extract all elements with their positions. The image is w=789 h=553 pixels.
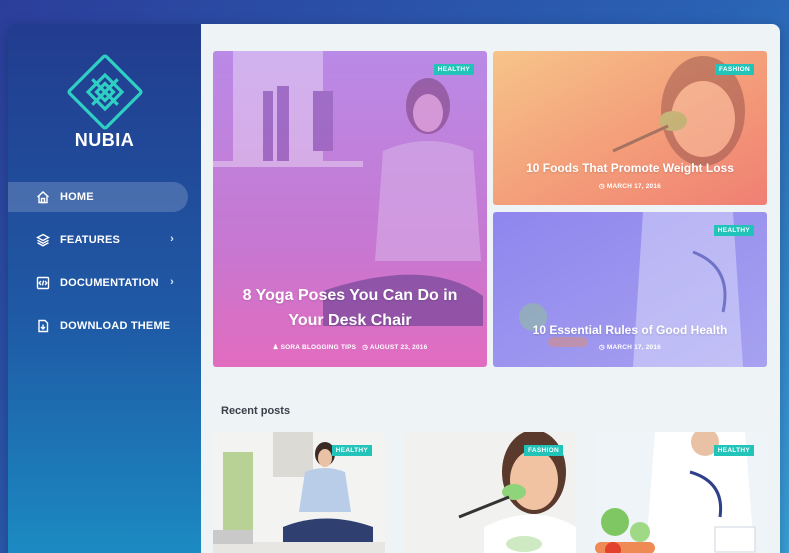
recent-post-card[interactable]: FASHION (404, 432, 576, 553)
post-date: MARCH 17, 2016 (606, 183, 661, 190)
featured-post-top-right[interactable]: FASHION 10 Foods That Promote Weight Los… (493, 51, 767, 205)
post-meta: ◷ MARCH 17, 2016 (493, 343, 767, 351)
home-icon (36, 190, 50, 204)
post-meta: ◷ MARCH 17, 2016 (493, 182, 767, 190)
nav-label: DOCUMENTATION (60, 277, 159, 289)
section-title-recent-posts: Recent posts (221, 405, 291, 417)
category-tag[interactable]: HEALTHY (331, 445, 372, 456)
main-nav: HOME FEATURES › DOCUMENTATION › DOWNLOAD… (8, 182, 201, 354)
featured-post-main[interactable]: HEALTHY 8 Yoga Poses You Can Do in Your … (213, 51, 487, 367)
nav-item-download-theme[interactable]: DOWNLOAD THEME (8, 311, 188, 341)
nav-label: HOME (60, 191, 94, 203)
chevron-right-icon: › (170, 276, 174, 288)
post-author[interactable]: SORA BLOGGING TIPS (281, 344, 357, 351)
nav-item-home[interactable]: HOME (8, 182, 188, 212)
category-tag[interactable]: HEALTHY (713, 225, 754, 236)
recent-post-card[interactable]: HEALTHY (213, 432, 385, 553)
chevron-right-icon: › (170, 233, 174, 245)
layers-icon (36, 233, 50, 247)
app-frame: NUBIA HOME FEATURES › DOCUMENTATION › DO… (8, 24, 780, 553)
post-meta: ♟ SORA BLOGGING TIPS ◷ AUGUST 23, 2016 (213, 343, 487, 351)
brand-name[interactable]: NUBIA (8, 130, 201, 151)
sidebar: NUBIA HOME FEATURES › DOCUMENTATION › DO… (8, 24, 201, 553)
post-title-line[interactable]: 8 Yoga Poses You Can Do in (213, 287, 487, 305)
nav-label: FEATURES (60, 234, 121, 246)
main-content: HEALTHY 8 Yoga Poses You Can Do in Your … (201, 24, 780, 553)
category-tag[interactable]: HEALTHY (713, 445, 754, 456)
clock-icon: ◷ (599, 183, 605, 190)
clock-icon: ◷ (599, 344, 605, 351)
clock-icon: ◷ (362, 344, 369, 351)
post-date: AUGUST 23, 2016 (369, 344, 428, 351)
knot-logo-icon[interactable] (67, 54, 143, 130)
code-file-icon (36, 276, 50, 290)
nav-label: DOWNLOAD THEME (60, 320, 171, 332)
download-file-icon (36, 319, 50, 333)
post-title[interactable]: 10 Foods That Promote Weight Loss (493, 161, 767, 175)
category-tag[interactable]: FASHION (524, 445, 563, 456)
recent-post-card[interactable]: HEALTHY (595, 432, 767, 553)
nav-item-features[interactable]: FEATURES › (8, 225, 188, 255)
category-tag[interactable]: FASHION (715, 64, 754, 75)
post-title-line[interactable]: Your Desk Chair (213, 312, 487, 330)
user-icon: ♟ (272, 344, 279, 351)
nav-item-documentation[interactable]: DOCUMENTATION › (8, 268, 188, 298)
post-title[interactable]: 10 Essential Rules of Good Health (493, 323, 767, 337)
post-date: MARCH 17, 2016 (606, 344, 661, 351)
featured-post-bottom-right[interactable]: HEALTHY 10 Essential Rules of Good Healt… (493, 212, 767, 367)
category-tag[interactable]: HEALTHY (433, 64, 474, 75)
